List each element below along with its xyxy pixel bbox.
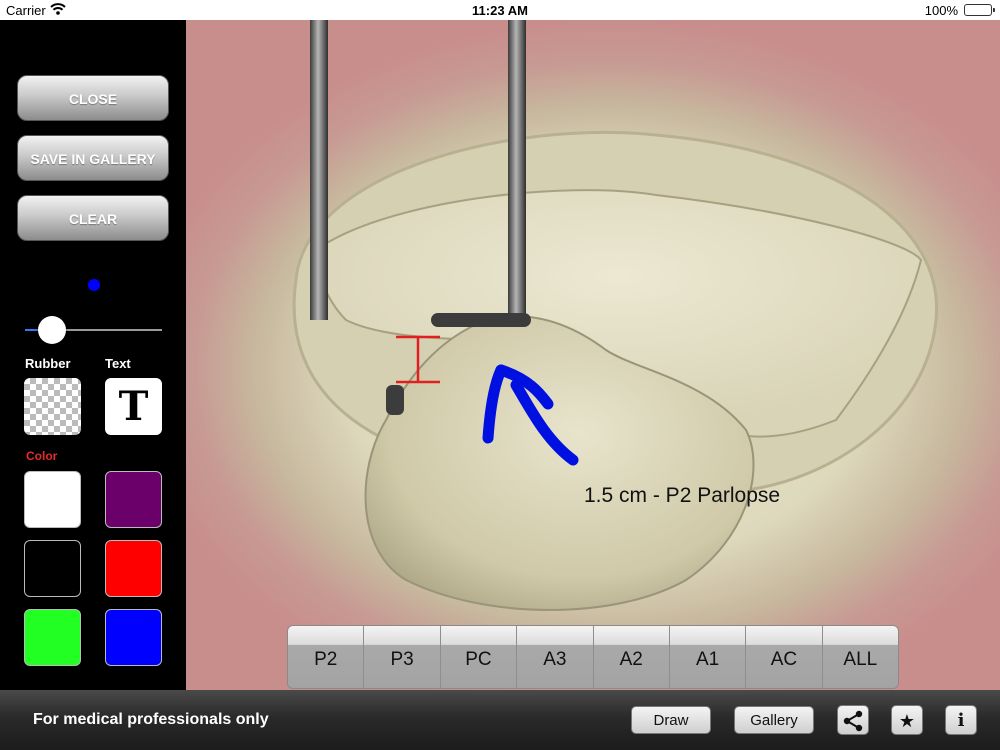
instrument-shaft-left	[310, 20, 328, 320]
text-tool-icon: T	[118, 383, 149, 430]
segment-ac[interactable]: AC	[746, 626, 823, 688]
disclaimer-text: For medical professionals only	[33, 711, 269, 728]
rubber-label: Rubber	[25, 356, 71, 371]
instrument-tip	[386, 385, 404, 415]
status-bar: Carrier 11:23 AM 100%	[0, 0, 1000, 20]
segment-a3[interactable]: A3	[517, 626, 594, 688]
segment-a2[interactable]: A2	[593, 626, 670, 688]
star-icon: ★	[898, 711, 916, 731]
color-swatch-red[interactable]	[105, 540, 162, 597]
brush-preview-dot	[88, 279, 100, 291]
battery-icon	[964, 4, 995, 16]
share-button[interactable]	[837, 705, 869, 735]
gallery-button[interactable]: Gallery	[734, 706, 814, 734]
segment-p3[interactable]: P3	[364, 626, 441, 688]
drawing-canvas[interactable]: 1.5 cm - P2 Parlopse	[186, 20, 1000, 690]
color-swatch-black[interactable]	[24, 540, 81, 597]
text-tool-label: Text	[105, 356, 131, 371]
brush-size-slider-track[interactable]	[52, 329, 162, 331]
color-swatch-purple[interactable]	[105, 471, 162, 528]
text-tool-button[interactable]: T	[105, 378, 162, 435]
color-swatch-blue[interactable]	[105, 609, 162, 666]
share-icon	[843, 710, 863, 732]
info-button[interactable]: i	[945, 705, 977, 735]
close-button[interactable]: CLOSE	[17, 75, 169, 121]
annotation-text: 1.5 cm - P2 Parlopse	[584, 484, 781, 507]
info-icon: i	[957, 710, 965, 731]
segment-a1[interactable]: A1	[669, 626, 747, 688]
clear-button[interactable]: CLEAR	[17, 195, 169, 241]
drawing-sidebar: CLOSE SAVE IN GALLERY CLEAR Rubber Text …	[0, 20, 186, 690]
color-swatch-green[interactable]	[24, 609, 81, 666]
instrument-shaft-right	[508, 20, 526, 325]
valve-illustration	[292, 20, 939, 611]
rubber-tool-button[interactable]	[24, 378, 81, 435]
instrument-hook	[431, 313, 531, 327]
save-in-gallery-button[interactable]: SAVE IN GALLERY	[17, 135, 169, 181]
bottom-toolbar: For medical professionals only Draw Gall…	[0, 690, 1000, 750]
favorite-button[interactable]: ★	[891, 705, 923, 735]
brush-size-slider-thumb[interactable]	[38, 316, 67, 344]
clock: 11:23 AM	[472, 3, 528, 18]
color-swatch-white[interactable]	[24, 471, 81, 528]
segment-p2[interactable]: P2	[288, 626, 365, 688]
segment-all[interactable]: ALL	[822, 626, 898, 688]
segment-pc[interactable]: PC	[440, 626, 518, 688]
battery-percent: 100%	[924, 3, 958, 18]
segment-selector: P2 P3 PC A3 A2 A1 AC ALL	[287, 625, 899, 689]
draw-button[interactable]: Draw	[631, 706, 711, 734]
color-label: Color	[26, 449, 58, 463]
